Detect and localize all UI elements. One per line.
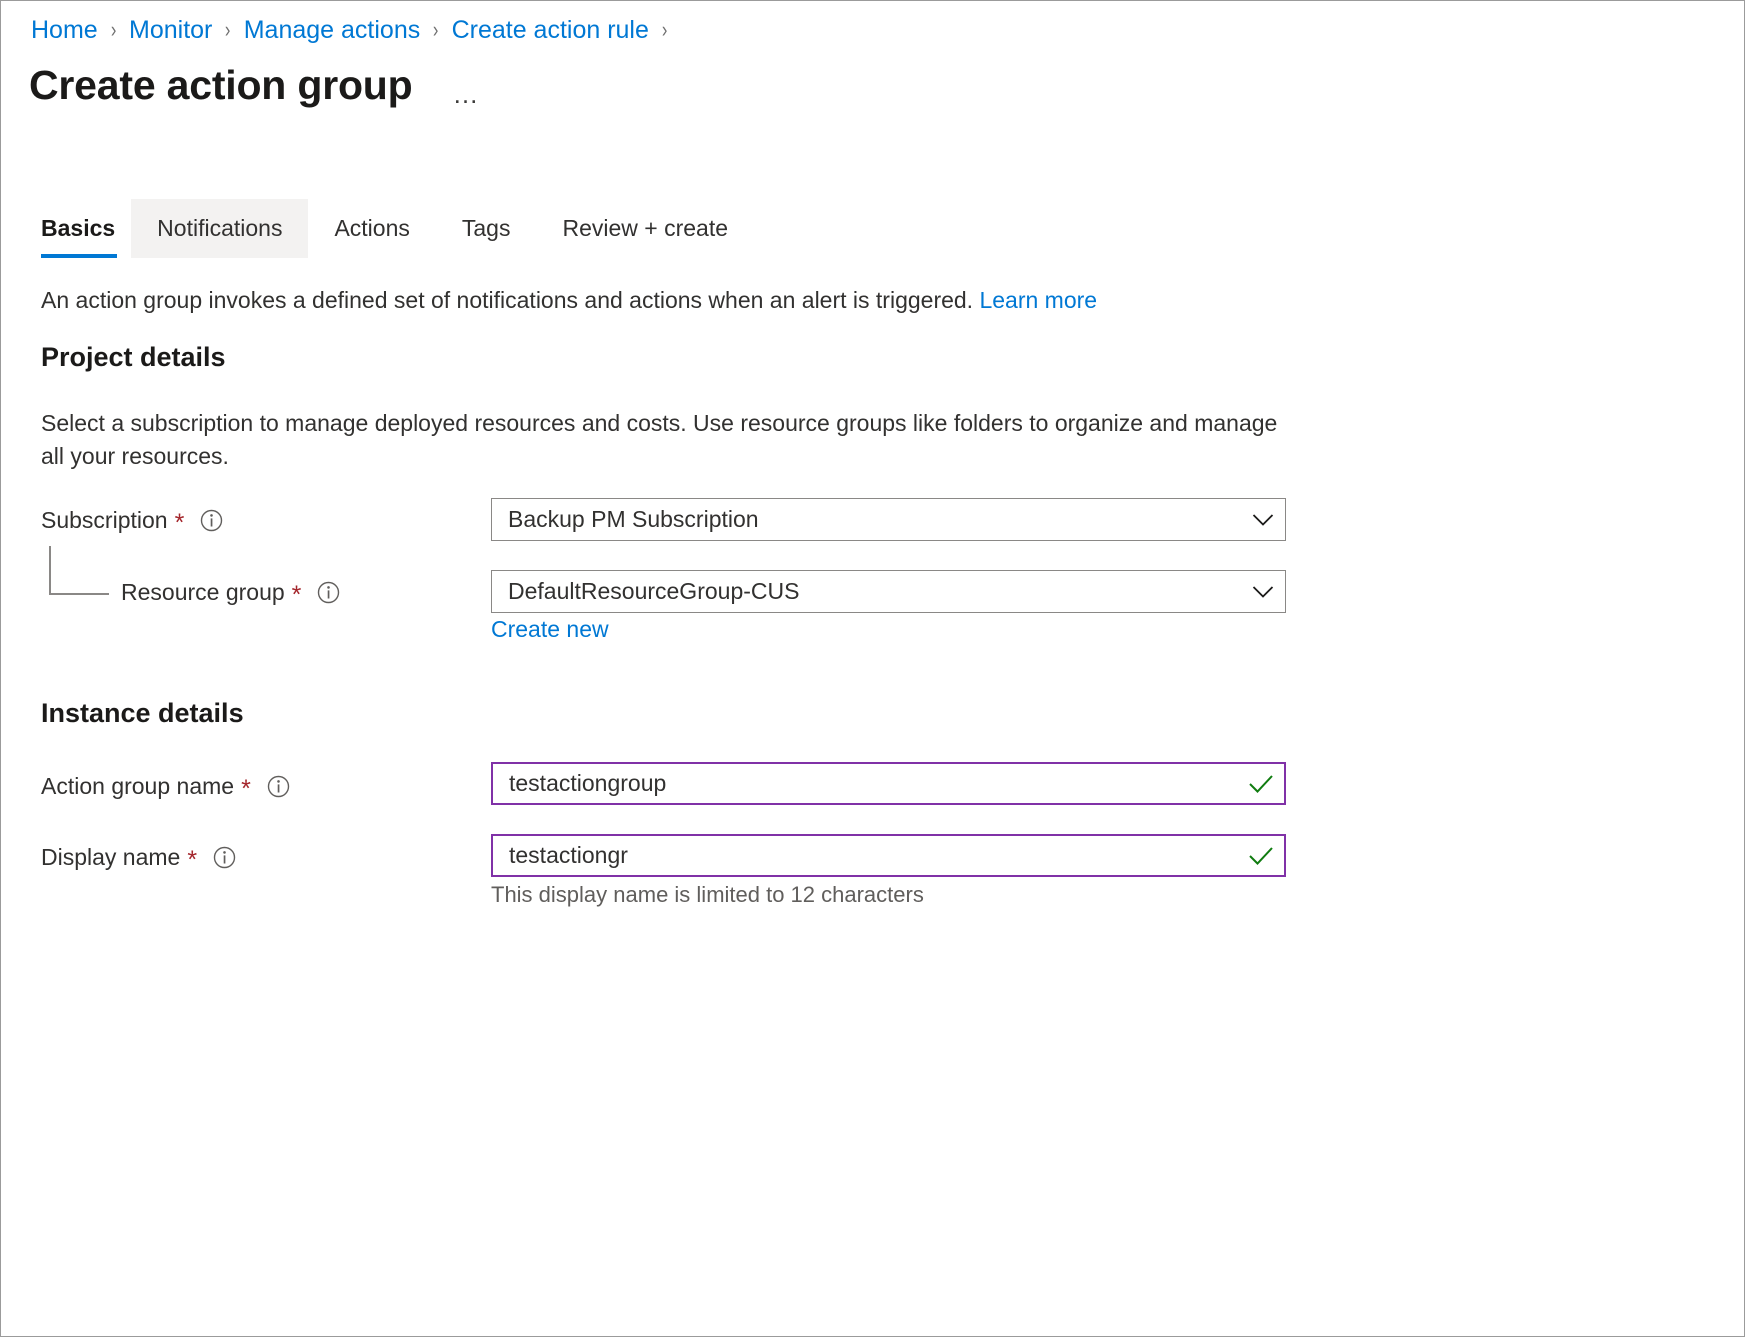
tree-connector-line <box>49 546 109 595</box>
subscription-dropdown[interactable]: Backup PM Subscription <box>491 498 1286 541</box>
learn-more-link[interactable]: Learn more <box>979 287 1097 313</box>
intro-sentence: An action group invokes a defined set of… <box>41 287 973 313</box>
required-marker: * <box>187 848 197 873</box>
checkmark-icon <box>1238 774 1284 794</box>
resource-group-label: Resource group * <box>121 579 340 606</box>
tab-basics[interactable]: Basics <box>29 199 131 258</box>
page-title: Create action group <box>29 57 412 113</box>
breadcrumb: Home › Monitor › Manage actions › Create… <box>31 14 680 46</box>
tab-notifications[interactable]: Notifications <box>131 199 308 258</box>
wizard-tabs: Basics Notifications Actions Tags Review… <box>29 199 754 258</box>
display-name-input[interactable] <box>493 835 1238 876</box>
required-marker: * <box>241 777 251 802</box>
instance-details-heading: Instance details <box>41 698 244 729</box>
create-action-group-page: Home › Monitor › Manage actions › Create… <box>0 0 1745 1337</box>
required-marker: * <box>292 583 302 608</box>
info-icon[interactable] <box>213 846 236 869</box>
action-group-name-label-text: Action group name <box>41 773 234 800</box>
breadcrumb-item-monitor[interactable]: Monitor <box>129 14 212 46</box>
info-icon[interactable] <box>200 509 223 532</box>
tab-actions-label: Actions <box>334 215 409 242</box>
breadcrumb-separator: › <box>111 14 116 46</box>
breadcrumb-item-create-action-rule[interactable]: Create action rule <box>452 14 649 46</box>
info-icon[interactable] <box>267 775 290 798</box>
subscription-label: Subscription * <box>41 507 223 534</box>
tab-notifications-label: Notifications <box>157 215 282 242</box>
chevron-down-icon <box>1241 585 1285 599</box>
breadcrumb-item-home[interactable]: Home <box>31 14 98 46</box>
subscription-value: Backup PM Subscription <box>492 506 1241 533</box>
breadcrumb-separator: › <box>662 14 667 46</box>
breadcrumb-separator: › <box>433 14 438 46</box>
tab-review-create-label: Review + create <box>562 215 728 242</box>
action-group-name-field[interactable] <box>491 762 1286 805</box>
display-name-hint: This display name is limited to 12 chara… <box>491 882 924 908</box>
tab-tags[interactable]: Tags <box>436 199 537 258</box>
breadcrumb-separator: › <box>225 14 230 46</box>
create-new-resource-group-link[interactable]: Create new <box>491 616 609 643</box>
resource-group-value: DefaultResourceGroup-CUS <box>492 578 1241 605</box>
checkmark-icon <box>1238 846 1284 866</box>
tab-actions[interactable]: Actions <box>308 199 435 258</box>
page-title-row: Create action group … <box>29 57 480 113</box>
chevron-down-icon <box>1241 513 1285 527</box>
tab-tags-label: Tags <box>462 215 511 242</box>
action-group-name-input[interactable] <box>493 763 1238 804</box>
tab-basics-label: Basics <box>41 215 115 242</box>
resource-group-label-text: Resource group <box>121 579 285 606</box>
subscription-label-text: Subscription <box>41 507 168 534</box>
project-details-heading: Project details <box>41 342 226 373</box>
tab-review-create[interactable]: Review + create <box>536 199 754 258</box>
intro-text: An action group invokes a defined set of… <box>41 285 1097 316</box>
required-marker: * <box>175 511 185 536</box>
display-name-label-text: Display name <box>41 844 180 871</box>
more-options-button[interactable]: … <box>452 84 480 104</box>
action-group-name-label: Action group name * <box>41 773 290 800</box>
breadcrumb-item-manage-actions[interactable]: Manage actions <box>244 14 421 46</box>
info-icon[interactable] <box>317 581 340 604</box>
display-name-label: Display name * <box>41 844 236 871</box>
project-details-description: Select a subscription to manage deployed… <box>41 407 1291 473</box>
resource-group-dropdown[interactable]: DefaultResourceGroup-CUS <box>491 570 1286 613</box>
display-name-field[interactable] <box>491 834 1286 877</box>
